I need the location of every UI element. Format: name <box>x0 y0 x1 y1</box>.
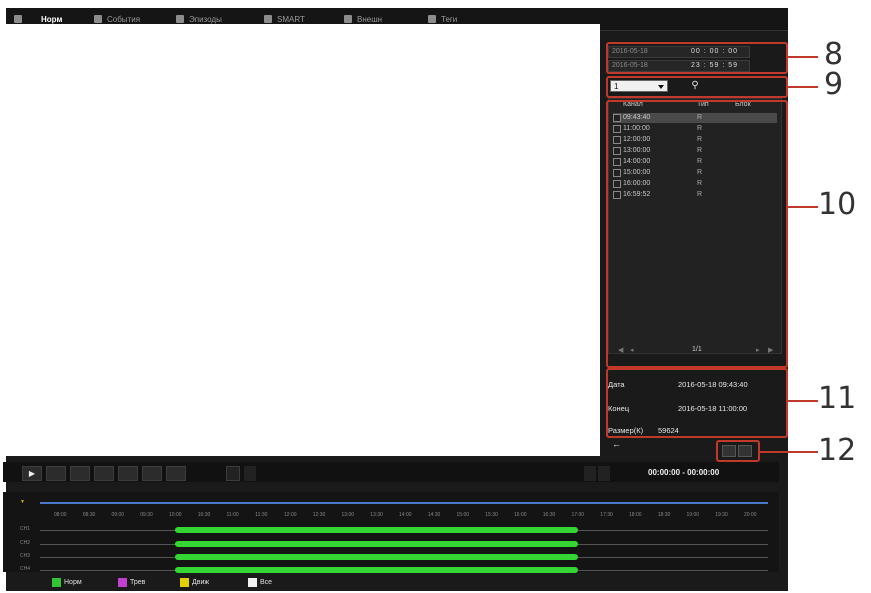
menu-smart-label: SMART <box>277 14 305 24</box>
rewind-button[interactable] <box>94 466 114 481</box>
menu-normal-label: Норм <box>41 14 63 24</box>
menu-tags-label: Теги <box>441 14 458 24</box>
stop-button[interactable] <box>70 466 90 481</box>
legend-swatch <box>118 578 127 587</box>
recording-segment[interactable] <box>175 567 578 573</box>
snapshot-icon[interactable] <box>226 466 240 481</box>
timeline-scale <box>40 502 768 504</box>
callout-box-8 <box>606 42 788 74</box>
tags-icon <box>428 15 436 23</box>
timeline-tick-label: 16:30 <box>542 512 556 518</box>
channel-label: CH2 <box>20 540 31 546</box>
legend-alarm[interactable]: Трев <box>118 578 145 587</box>
callout-number-10: 10 <box>818 187 857 222</box>
menu-events-label: События <box>107 14 141 24</box>
timeline-tick-label: 09:30 <box>140 512 153 518</box>
legend-label: Все <box>260 579 273 586</box>
normal-icon <box>14 15 22 23</box>
fast-button[interactable] <box>166 466 186 481</box>
timeline-tick-label: 15:30 <box>485 512 498 518</box>
timeline-tick-label: 18:00 <box>629 512 642 518</box>
timeline-tick-label: 08:30 <box>82 512 96 518</box>
episodes-icon <box>176 15 184 23</box>
recording-segment[interactable] <box>175 554 578 560</box>
callout-box-11 <box>606 368 788 438</box>
legend-swatch <box>52 578 61 587</box>
timeline-tick-label: 14:00 <box>399 512 412 518</box>
channel-label: CH1 <box>20 526 31 532</box>
playback-time-display: 00:00:00 - 00:00:00 <box>648 468 720 477</box>
video-display[interactable] <box>3 24 600 456</box>
timeline-tick-label: 17:00 <box>571 512 585 518</box>
legend-motion[interactable]: Движ <box>180 578 209 587</box>
play-icon: ▶ <box>28 469 36 478</box>
callout-line-10 <box>788 206 818 208</box>
legend-swatch <box>180 578 189 587</box>
callout-number-9: 9 <box>824 67 844 102</box>
legend-swatch <box>248 578 257 587</box>
callout-box-12 <box>716 440 760 462</box>
timeline-tick-label: 18:30 <box>657 512 671 518</box>
zoom-out-icon[interactable] <box>584 466 596 481</box>
timeline-tick-label: 14:30 <box>427 512 441 518</box>
play-button[interactable]: ▶ <box>22 466 42 481</box>
callout-number-12: 12 <box>818 433 857 468</box>
pause-button[interactable] <box>46 466 66 481</box>
callout-number-11: 11 <box>818 381 857 416</box>
timeline-tick-label: 12:30 <box>312 512 326 518</box>
timeline-tick-label: 08:00 <box>54 512 67 518</box>
timeline-tick-label: 10:30 <box>197 512 211 518</box>
timeline-tick-label: 11:30 <box>255 512 268 518</box>
timeline-tick-label: 19:00 <box>686 512 700 518</box>
timeline-tick-label: 16:00 <box>514 512 527 518</box>
callout-box-9 <box>606 76 788 98</box>
menu-episodes-label: Эпизоды <box>189 14 222 24</box>
callout-number-8: 8 <box>824 37 844 72</box>
recording-segment[interactable] <box>175 527 578 533</box>
menu-external-label: Внешн <box>357 14 383 24</box>
back-icon[interactable]: ← <box>612 440 624 449</box>
zoom-in-icon[interactable] <box>598 466 610 481</box>
timeline-tick-label: 11:00 <box>226 512 239 518</box>
timeline-tick-label: 09:00 <box>111 512 125 518</box>
callout-line-8 <box>788 56 818 58</box>
callout-box-10 <box>606 100 788 368</box>
slow-button[interactable] <box>142 466 162 481</box>
channel-label: CH3 <box>20 553 31 559</box>
audio-icon[interactable] <box>244 466 256 481</box>
recording-segment[interactable] <box>175 541 578 547</box>
callout-line-9 <box>788 86 818 88</box>
timeline-tick-label: 20:00 <box>744 512 757 518</box>
external-icon <box>344 15 352 23</box>
timeline-cursor-icon: ▼ <box>20 499 25 505</box>
timeline-tick-label: 13:30 <box>370 512 383 518</box>
timeline-tick-label: 13:00 <box>341 512 355 518</box>
legend-label: Норм <box>64 579 82 586</box>
timeline-tick-label: 10:00 <box>169 512 182 518</box>
callout-line-12 <box>760 451 818 453</box>
smart-icon <box>264 15 272 23</box>
timeline-tick-label: 19:30 <box>715 512 728 518</box>
legend-label: Движ <box>192 579 210 586</box>
events-icon <box>94 15 102 23</box>
channel-label: CH4 <box>20 566 31 572</box>
timeline-tick-label: 15:00 <box>456 512 470 518</box>
legend-normal[interactable]: Норм <box>52 578 82 587</box>
callout-line-11 <box>788 400 818 402</box>
timeline-tick-label: 12:00 <box>284 512 297 518</box>
legend-label: Трев <box>130 579 146 586</box>
forward-button[interactable] <box>118 466 138 481</box>
legend-all[interactable]: Все <box>248 578 272 587</box>
timeline-tick-label: 17:30 <box>600 512 613 518</box>
